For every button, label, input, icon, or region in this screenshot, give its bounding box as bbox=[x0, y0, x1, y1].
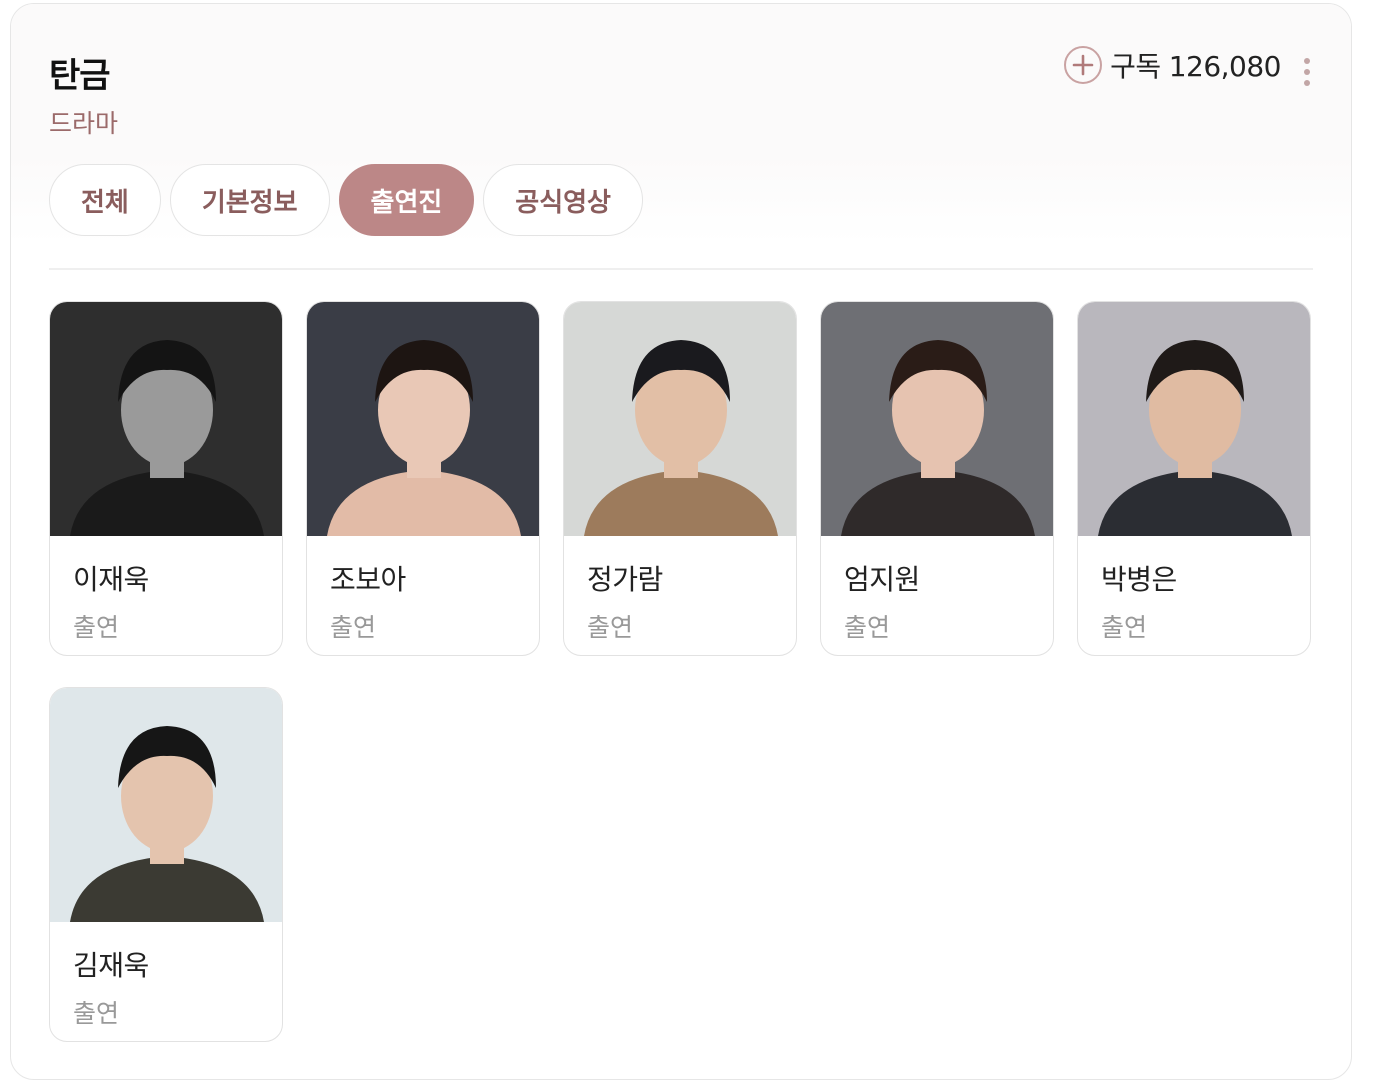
cast-name: 박병은 bbox=[1101, 563, 1177, 596]
subscribe-button[interactable]: 구독 126,080 bbox=[1064, 45, 1282, 85]
plus-circle-icon bbox=[1064, 46, 1103, 84]
tab-all[interactable]: 전체 bbox=[49, 164, 161, 236]
subscribe-label: 구독 bbox=[1110, 50, 1161, 83]
cast-name: 이재욱 bbox=[73, 563, 149, 596]
cast-name: 조보아 bbox=[330, 563, 406, 596]
cast-name: 정가람 bbox=[587, 563, 663, 596]
subscriber-count: 126,080 bbox=[1168, 50, 1282, 83]
tab-cast[interactable]: 출연진 bbox=[338, 164, 475, 236]
cast-role: 출연 bbox=[330, 613, 377, 642]
cast-photo bbox=[564, 302, 796, 536]
cast-name: 김재욱 bbox=[73, 949, 149, 982]
cast-role: 출연 bbox=[73, 613, 120, 642]
cast-card[interactable]: 정가람 출연 bbox=[563, 301, 797, 656]
cast-card[interactable]: 박병은 출연 bbox=[1077, 301, 1311, 656]
cast-role: 출연 bbox=[587, 613, 634, 642]
cast-card[interactable]: 엄지원 출연 bbox=[820, 301, 1054, 656]
tab-bar: 전체 기본정보 출연진 공식영상 bbox=[49, 164, 652, 236]
cast-card[interactable]: 김재욱 출연 bbox=[49, 687, 283, 1042]
more-vertical-icon[interactable] bbox=[1301, 58, 1313, 92]
cast-name: 엄지원 bbox=[844, 563, 920, 596]
cast-photo bbox=[50, 302, 282, 536]
cast-role: 출연 bbox=[844, 613, 891, 642]
cast-card[interactable]: 조보아 출연 bbox=[306, 301, 540, 656]
cast-photo bbox=[50, 688, 282, 922]
category-label: 드라마 bbox=[49, 109, 119, 138]
cast-card[interactable]: 이재욱 출연 bbox=[49, 301, 283, 656]
drama-card: 탄금 드라마 구독 126,080 전체 기본정보 출연진 공식영상 이재욱 출연… bbox=[10, 3, 1352, 1080]
page-title[interactable]: 탄금 bbox=[49, 48, 111, 97]
cast-role: 출연 bbox=[1101, 613, 1148, 642]
cast-photo bbox=[821, 302, 1053, 536]
tab-official-video[interactable]: 공식영상 bbox=[483, 164, 643, 236]
cast-grid: 이재욱 출연 조보아 출연 정가람 출연 엄지원 출연 박병은 출연 김재욱 출… bbox=[49, 301, 1311, 1042]
tab-basic-info[interactable]: 기본정보 bbox=[169, 164, 330, 236]
cast-role: 출연 bbox=[73, 999, 120, 1028]
divider bbox=[49, 268, 1313, 270]
cast-photo bbox=[1078, 302, 1310, 536]
cast-photo bbox=[307, 302, 539, 536]
